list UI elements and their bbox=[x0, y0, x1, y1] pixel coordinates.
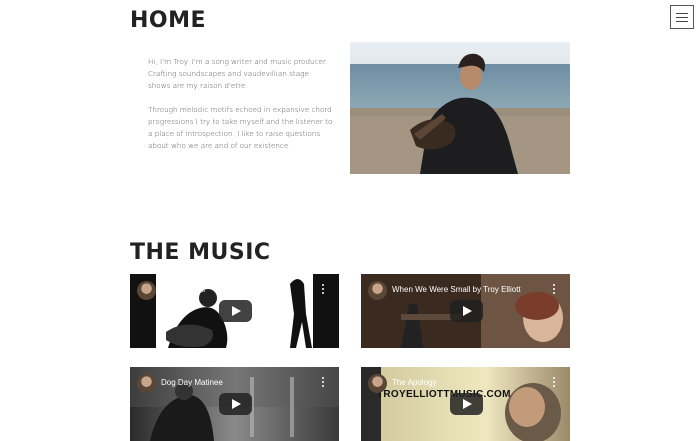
bio-text: Hi, I'm Troy. I'm a song writer and musi… bbox=[148, 56, 333, 164]
bio-paragraph: Through melodic motifs echoed in expansi… bbox=[148, 105, 333, 150]
more-options-icon[interactable] bbox=[553, 377, 556, 389]
video-title[interactable]: When We Were Small by Troy Elliott bbox=[392, 285, 521, 294]
channel-avatar[interactable] bbox=[137, 281, 156, 300]
hamburger-menu-button[interactable] bbox=[670, 5, 694, 29]
menu-line-icon bbox=[676, 21, 688, 22]
channel-avatar[interactable] bbox=[137, 374, 156, 393]
play-button[interactable] bbox=[218, 393, 252, 415]
video-watermark: TROYELLIOTTMUSIC.COM bbox=[377, 389, 511, 400]
more-options-icon[interactable] bbox=[553, 284, 556, 296]
channel-avatar[interactable] bbox=[368, 374, 387, 393]
video-player[interactable]: wake up call bbox=[130, 274, 339, 348]
bio-paragraph: Hi, I'm Troy. I'm a song writer and musi… bbox=[148, 57, 328, 90]
menu-line-icon bbox=[676, 17, 688, 18]
video-title[interactable]: Dog Day Matinee bbox=[161, 378, 223, 387]
channel-avatar[interactable] bbox=[368, 281, 387, 300]
more-options-icon[interactable] bbox=[322, 284, 325, 296]
menu-line-icon bbox=[676, 13, 688, 14]
home-heading: HOME bbox=[130, 8, 207, 33]
play-button[interactable] bbox=[449, 300, 483, 322]
play-button[interactable] bbox=[218, 300, 252, 322]
play-button[interactable] bbox=[449, 393, 483, 415]
video-player[interactable]: TROYELLIOTTMUSIC.COM The Apology bbox=[361, 367, 570, 441]
video-title[interactable]: The Apology bbox=[392, 378, 436, 387]
video-player[interactable]: When We Were Small by Troy Elliott bbox=[361, 274, 570, 348]
video-player[interactable]: Dog Day Matinee bbox=[130, 367, 339, 441]
music-heading: THE MUSIC bbox=[130, 240, 271, 265]
artist-photo bbox=[350, 42, 570, 174]
video-title[interactable]: wake up call bbox=[161, 285, 205, 294]
more-options-icon[interactable] bbox=[322, 377, 325, 389]
